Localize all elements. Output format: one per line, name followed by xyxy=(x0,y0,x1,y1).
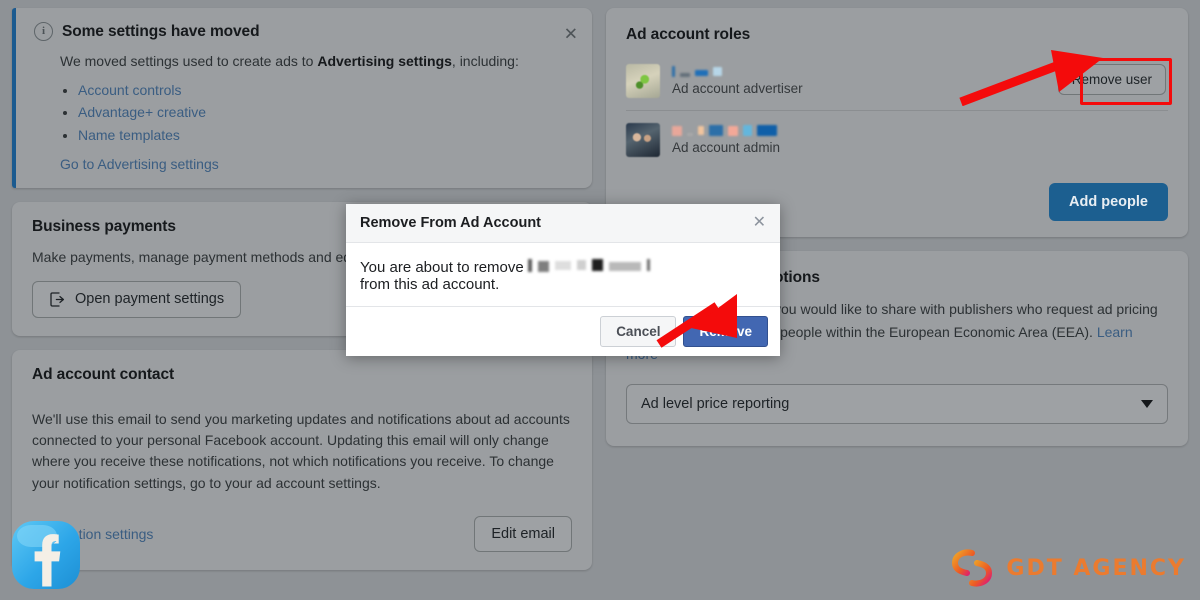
ad-account-roles-card: Ad account roles Ad account advertiser R… xyxy=(606,8,1188,237)
close-icon[interactable]: ✕ xyxy=(753,215,766,231)
redacted-user-name xyxy=(672,125,780,136)
gdt-mark-icon xyxy=(952,548,993,588)
notice-body-after: , including: xyxy=(451,53,519,69)
info-circle-icon: i xyxy=(34,22,53,41)
edit-email-button[interactable]: Edit email xyxy=(474,515,572,552)
notice-header: i Some settings have moved xyxy=(34,22,576,41)
external-link-icon xyxy=(49,291,66,308)
dialog-title: Remove From Ad Account xyxy=(360,215,542,231)
dialog-body-after: from this ad account. xyxy=(360,275,500,293)
table-row: Ad account admin xyxy=(626,110,1168,169)
role-label: Ad account advertiser xyxy=(672,80,803,96)
notice-link-name-templates[interactable]: Name templates xyxy=(78,124,576,146)
page-root: i Some settings have moved ✕ We moved se… xyxy=(0,0,1200,600)
redacted-user-name xyxy=(527,258,650,272)
notice-link-advantage-creative[interactable]: Advantage+ creative xyxy=(78,101,576,123)
chevron-down-icon xyxy=(1141,399,1153,408)
notice-link-account-controls[interactable]: Account controls xyxy=(78,79,576,101)
go-to-advertising-settings-link[interactable]: Go to Advertising settings xyxy=(60,156,219,172)
gdt-agency-watermark: GDT AGENCY xyxy=(950,548,1186,588)
notice-body: We moved settings used to create ads to … xyxy=(60,51,576,71)
notice-body-bold: Advertising settings xyxy=(317,53,452,69)
notice-link-list: Account controls Advantage+ creative Nam… xyxy=(60,79,576,145)
ad-account-contact-title: Ad account contact xyxy=(32,365,175,383)
arrow-pointing-to-remove-button xyxy=(656,294,737,348)
ad-account-roles-title: Ad account roles xyxy=(626,26,751,43)
open-payment-settings-label: Open payment settings xyxy=(75,291,225,308)
role-meta: Ad account admin xyxy=(672,125,781,155)
facebook-logo-icon xyxy=(12,521,80,589)
dialog-body-before: You are about to remove xyxy=(360,258,524,276)
ad-level-price-reporting-select[interactable]: Ad level price reporting xyxy=(626,383,1168,424)
gdt-agency-text: GDT AGENCY xyxy=(1006,555,1186,581)
add-people-button[interactable]: Add people xyxy=(1049,183,1168,221)
ad-account-contact-description: We'll use this email to send you marketi… xyxy=(32,410,570,491)
open-payment-settings-button[interactable]: Open payment settings xyxy=(32,280,242,318)
notice-title: Some settings have moved xyxy=(62,22,260,40)
notice-body-before: We moved settings used to create ads to xyxy=(60,53,318,69)
avatar xyxy=(626,123,660,157)
role-meta: Ad account advertiser xyxy=(672,66,803,96)
dialog-header: Remove From Ad Account ✕ xyxy=(346,204,780,243)
close-icon[interactable]: ✕ xyxy=(564,26,578,43)
ad-account-contact-card: Ad account contact We'll use this email … xyxy=(12,349,592,570)
role-label: Ad account admin xyxy=(672,139,781,155)
settings-moved-notice: i Some settings have moved ✕ We moved se… xyxy=(12,8,592,188)
avatar xyxy=(626,64,660,98)
select-value: Ad level price reporting xyxy=(641,395,790,412)
arrow-pointing-to-remove-user xyxy=(959,50,1103,106)
redacted-user-name xyxy=(672,66,803,77)
